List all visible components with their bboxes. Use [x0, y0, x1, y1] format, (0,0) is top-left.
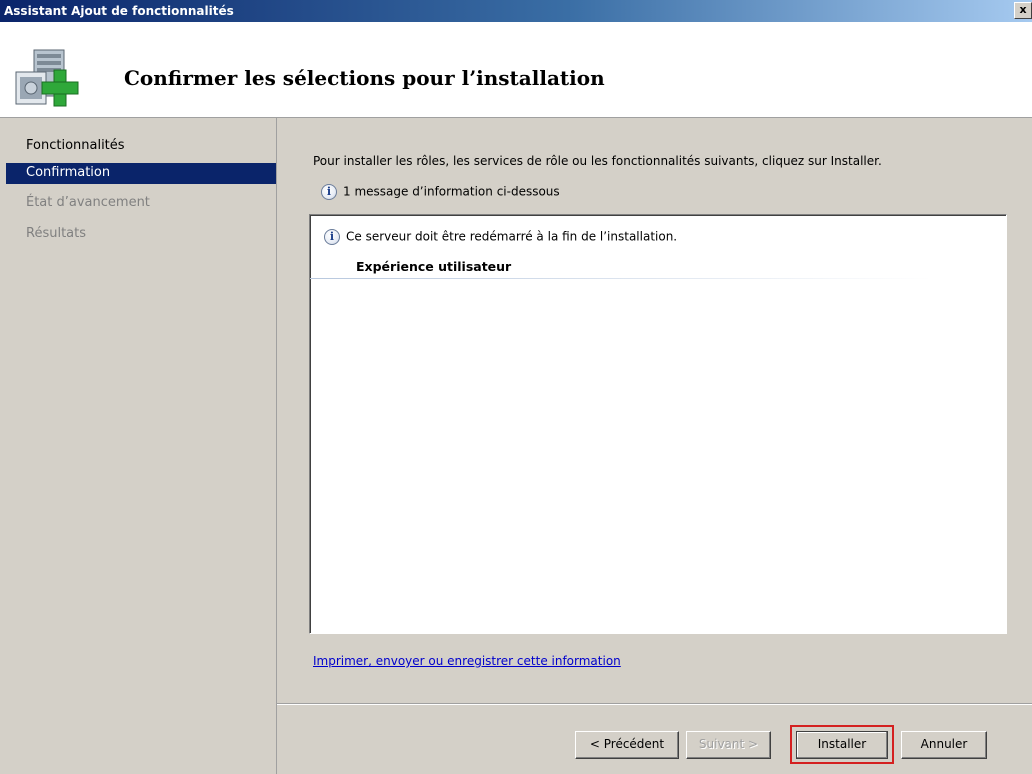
info-icon: i [324, 229, 340, 245]
previous-button[interactable]: < Précédent [575, 731, 679, 759]
confirmation-details-box[interactable]: i Ce serveur doit être redémarré à la fin… [309, 214, 1007, 634]
page-title: Confirmer les sélections pour l’installa… [124, 66, 605, 90]
close-button[interactable]: x [1014, 2, 1032, 19]
print-send-save-link[interactable]: Imprimer, envoyer ou enregistrer cette i… [313, 654, 621, 668]
restart-notice: i Ce serveur doit être redémarré à la fin… [324, 229, 677, 245]
main-content: Pour installer les rôles, les services d… [277, 118, 1032, 703]
sidebar-item-resultats: Résultats [26, 226, 87, 241]
wizard-header: Confirmer les sélections pour l’installa… [0, 22, 1032, 118]
intro-text: Pour installer les rôles, les services d… [313, 154, 882, 168]
feature-heading-underline [310, 278, 932, 279]
sidebar-item-confirmation[interactable]: Confirmation [6, 163, 276, 184]
sidebar-item-fonctionnalites[interactable]: Fonctionnalités [6, 136, 276, 157]
cancel-button[interactable]: Annuler [901, 731, 987, 759]
restart-notice-text: Ce serveur doit être redémarré à la fin … [346, 229, 678, 244]
close-icon: x [1019, 3, 1027, 16]
info-icon: i [321, 184, 337, 200]
info-summary: i 1 message d’information ci-dessous [321, 184, 560, 200]
server-add-icon [15, 49, 79, 107]
wizard-steps-sidebar: Fonctionnalités Confirmation État d’avan… [0, 118, 276, 774]
window-titlebar: Assistant Ajout de fonctionnalités x [0, 0, 1032, 22]
install-button[interactable]: Installer [796, 731, 888, 759]
next-button: Suivant > [686, 731, 771, 759]
sidebar-item-etat-avancement: État d’avancement [26, 195, 150, 210]
info-summary-text: 1 message d’information ci-dessous [343, 184, 560, 199]
feature-heading: Expérience utilisateur [356, 259, 512, 274]
window-title: Assistant Ajout de fonctionnalités [4, 4, 234, 18]
wizard-footer: < Précédent Suivant > Installer Annuler [277, 705, 1032, 774]
